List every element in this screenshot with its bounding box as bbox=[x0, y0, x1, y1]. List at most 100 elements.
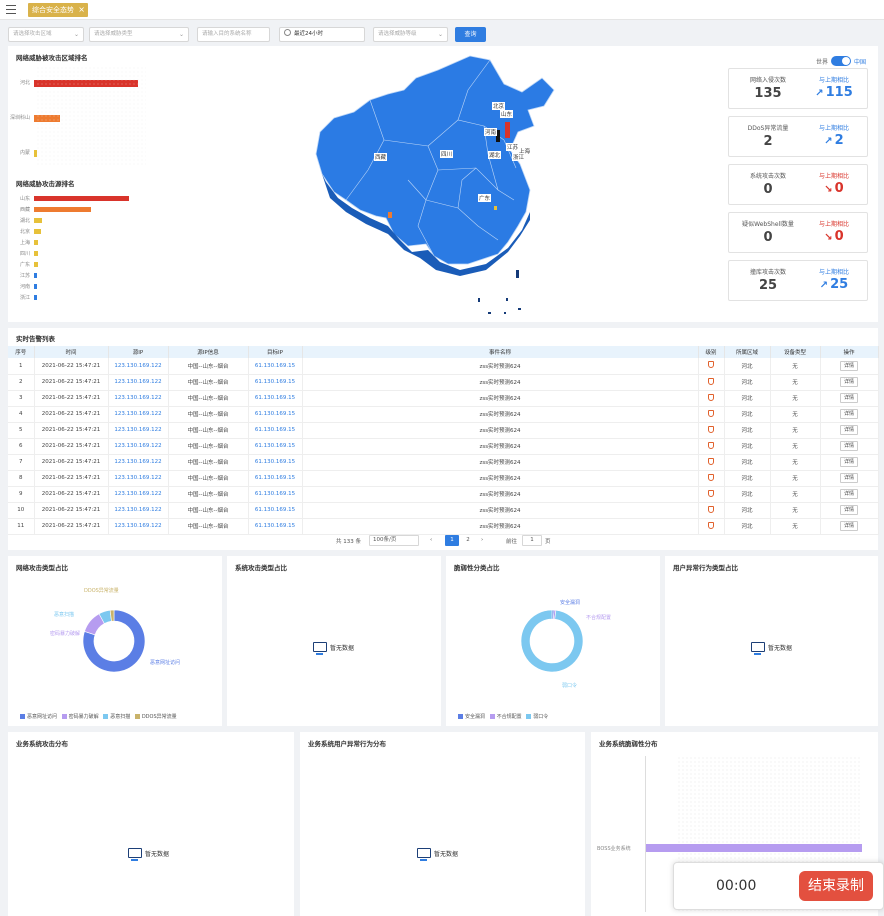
legend-item[interactable]: 安全漏洞 bbox=[458, 714, 485, 720]
legend-item[interactable]: 弱口令 bbox=[526, 714, 548, 720]
rank-bar[interactable] bbox=[34, 262, 38, 267]
table-cell: 2021-06-22 15:47:21 bbox=[34, 422, 109, 439]
detail-button[interactable]: 详情 bbox=[839, 489, 858, 499]
table-cell: 详情 bbox=[820, 454, 879, 471]
detail-button[interactable]: 详情 bbox=[839, 360, 858, 371]
attack-region-select[interactable]: 请选择攻击区域 ⌄ bbox=[8, 27, 84, 42]
target-system-input[interactable]: 请输入目的系统名称 bbox=[197, 27, 270, 42]
rank-bar[interactable] bbox=[34, 240, 38, 245]
page-2-button[interactable]: 2 bbox=[461, 535, 475, 546]
tab-security-overview[interactable]: 综合安全态势 × bbox=[28, 3, 88, 17]
detail-button[interactable]: 详情 bbox=[839, 473, 858, 483]
china-map[interactable] bbox=[308, 50, 568, 320]
vuln-type-donut[interactable]: 安全漏洞不合规配置弱口令 bbox=[446, 556, 660, 706]
stat-label: 撞库攻击次数 bbox=[749, 269, 786, 276]
close-icon[interactable]: × bbox=[78, 3, 85, 17]
category-label: BOSS业务系统 bbox=[597, 846, 631, 852]
stat-value: 0 bbox=[763, 182, 773, 197]
detail-button[interactable]: 详情 bbox=[839, 409, 858, 419]
network-attack-type-donut[interactable]: DDOS异常流量恶意扫描密码暴力破解恶意网址访问 bbox=[8, 556, 222, 706]
legend-item[interactable]: 不合规配置 bbox=[489, 714, 522, 720]
bar-boss-system[interactable] bbox=[646, 844, 862, 852]
legend-item[interactable]: DDOS异常流量 bbox=[134, 714, 177, 720]
rank-bar[interactable] bbox=[34, 207, 91, 212]
table-cell: 河北 bbox=[724, 454, 771, 471]
table-row[interactable]: 8 2021-06-22 15:47:21 123.130.169.122 中国--山… bbox=[8, 470, 879, 487]
next-page-icon[interactable]: › bbox=[481, 537, 483, 543]
slice-label: DDOS异常流量 bbox=[84, 587, 119, 594]
donut-slice[interactable] bbox=[520, 609, 584, 673]
legend-item[interactable]: 恶意扫描 bbox=[103, 714, 130, 720]
page-1-button[interactable]: 1 bbox=[445, 535, 459, 546]
source-rank-title: 网络威胁攻击源排名 bbox=[16, 180, 75, 188]
table-cell: 河北 bbox=[724, 406, 771, 423]
rank-label: 河北 bbox=[19, 80, 30, 86]
detail-button[interactable]: 详情 bbox=[839, 505, 858, 515]
rank-bar[interactable] bbox=[34, 196, 129, 201]
detail-button[interactable]: 详情 bbox=[839, 425, 858, 435]
stat-compare-value: ↗ 115 bbox=[815, 85, 853, 100]
threat-level-placeholder: 请选择威胁等级 bbox=[378, 31, 417, 37]
table-row[interactable]: 4 2021-06-22 15:47:21 123.130.169.122 中国--山… bbox=[8, 406, 879, 423]
chevron-down-icon: ⌄ bbox=[437, 31, 443, 38]
goto-page-input[interactable]: 1 bbox=[522, 535, 542, 546]
table-row[interactable]: 5 2021-06-22 15:47:21 123.130.169.122 中国--山… bbox=[8, 422, 879, 439]
stop-recording-button[interactable]: 结束录制 bbox=[799, 871, 873, 901]
table-cell: 2021-06-22 15:47:21 bbox=[34, 374, 109, 391]
table-cell: 详情 bbox=[820, 438, 879, 455]
detail-button[interactable]: 详情 bbox=[839, 457, 858, 467]
table-cell: 河北 bbox=[724, 470, 771, 487]
legend-swatch bbox=[489, 714, 495, 719]
table-row[interactable]: 10 2021-06-22 15:47:21 123.130.169.122 中国--… bbox=[8, 502, 879, 519]
time-range-picker[interactable]: 最近24小时 bbox=[279, 27, 365, 42]
threat-level-shield-icon bbox=[708, 393, 714, 401]
page-size-select[interactable]: 100条/页 bbox=[369, 535, 419, 546]
map-scope-toggle[interactable]: 世界 中国 bbox=[816, 56, 866, 66]
legend-item[interactable]: 密码暴力破解 bbox=[61, 714, 99, 720]
detail-button[interactable]: 详情 bbox=[839, 377, 858, 387]
table-row[interactable]: 2 2021-06-22 15:47:21 123.130.169.122 中国--山… bbox=[8, 374, 879, 391]
table-row[interactable]: 9 2021-06-22 15:47:21 123.130.169.122 中国--山… bbox=[8, 486, 879, 503]
table-row[interactable]: 11 2021-06-22 15:47:21 123.130.169.122 中国--… bbox=[8, 518, 879, 535]
table-cell: 无 bbox=[770, 374, 821, 391]
hamburger-menu-icon[interactable] bbox=[6, 5, 16, 14]
rank-bar[interactable] bbox=[34, 229, 41, 234]
table-cell: zss实时预测624 bbox=[302, 470, 699, 487]
table-cell: 2021-06-22 15:47:21 bbox=[34, 390, 109, 407]
table-row[interactable]: 1 2021-06-22 15:47:21 123.130.169.122 中国--山… bbox=[8, 358, 879, 375]
table-cell: 61.130.169.15 bbox=[248, 454, 303, 471]
no-data-text: 暂无数据 bbox=[330, 645, 355, 652]
rank-bar[interactable] bbox=[34, 251, 38, 256]
toggle-world-label: 世界 bbox=[815, 59, 828, 66]
detail-button[interactable]: 详情 bbox=[839, 393, 858, 403]
detail-button[interactable]: 详情 bbox=[839, 521, 858, 531]
alert-table-body: 1 2021-06-22 15:47:21 123.130.169.122 中国--山… bbox=[8, 358, 879, 535]
table-cell: 详情 bbox=[820, 358, 879, 375]
attack-region-placeholder: 请选择攻击区域 bbox=[13, 31, 52, 37]
rank-bar[interactable] bbox=[34, 295, 37, 300]
stat-card: 撞库攻击次数 25 与上期相比 ↗ 25 bbox=[728, 260, 868, 301]
rank-bar[interactable] bbox=[34, 273, 37, 278]
table-row[interactable]: 6 2021-06-22 15:47:21 123.130.169.122 中国--山… bbox=[8, 438, 879, 455]
prev-page-icon[interactable]: ‹ bbox=[430, 537, 432, 543]
rank-bar[interactable] bbox=[34, 284, 37, 289]
query-button[interactable]: 查询 bbox=[455, 27, 486, 42]
threat-type-select[interactable]: 请选择威胁类型 ⌄ bbox=[89, 27, 189, 42]
table-row[interactable]: 7 2021-06-22 15:47:21 123.130.169.122 中国--山… bbox=[8, 454, 879, 471]
system-attack-type-panel: 系统攻击类型占比 暂无数据 bbox=[227, 556, 441, 726]
table-cell: 61.130.169.15 bbox=[248, 422, 303, 439]
scope-switch[interactable] bbox=[830, 56, 851, 66]
table-cell: zss实时预测624 bbox=[302, 422, 699, 439]
threat-level-select[interactable]: 请选择威胁等级 ⌄ bbox=[373, 27, 448, 42]
table-cell: 河北 bbox=[724, 374, 771, 391]
table-row[interactable]: 3 2021-06-22 15:47:21 123.130.169.122 中国--山… bbox=[8, 390, 879, 407]
legend-item[interactable]: 恶意网址访问 bbox=[20, 714, 57, 720]
recording-timer: 00:00 bbox=[716, 878, 757, 894]
table-cell: 2021-06-22 15:47:21 bbox=[34, 438, 109, 455]
slice-label: 恶意网址访问 bbox=[150, 659, 180, 666]
detail-button[interactable]: 详情 bbox=[839, 441, 858, 451]
table-cell: 河北 bbox=[724, 422, 771, 439]
table-cell bbox=[698, 422, 725, 439]
rank-bar[interactable] bbox=[34, 218, 42, 223]
stat-label: 疑似WebShell数量 bbox=[742, 221, 794, 228]
